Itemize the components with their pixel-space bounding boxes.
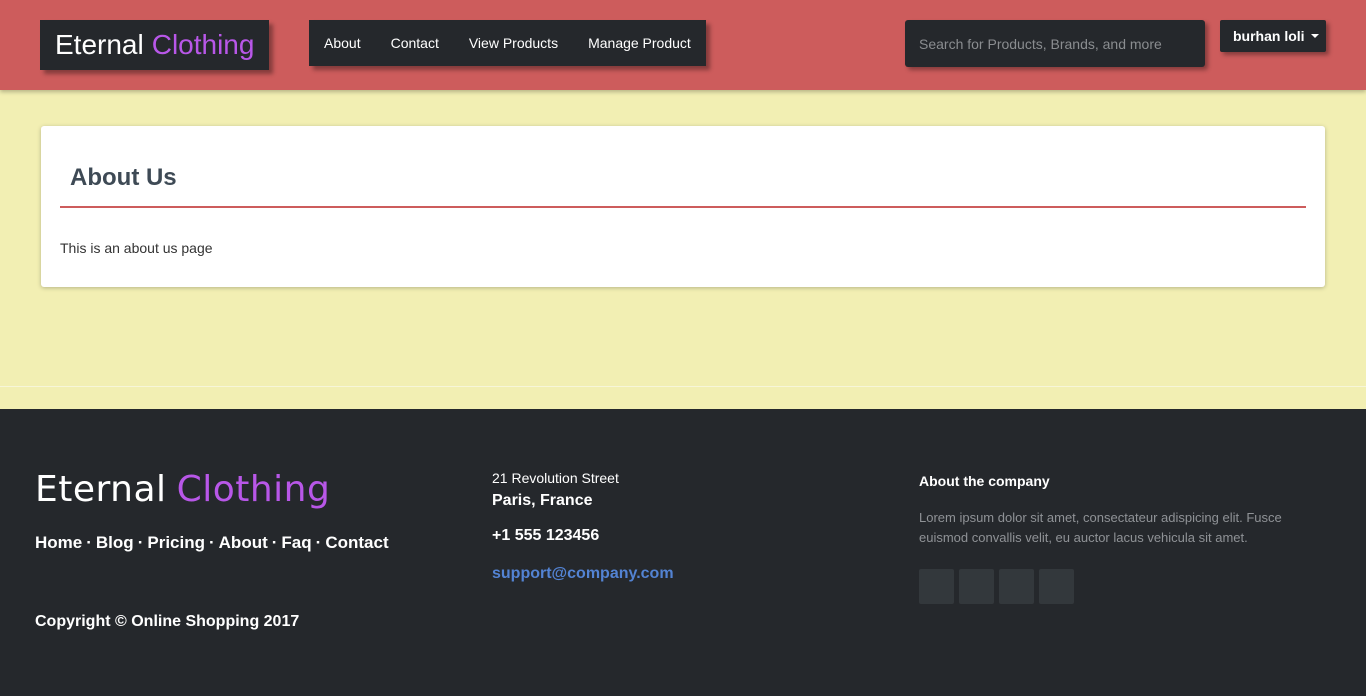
link-separator: · xyxy=(86,533,92,552)
content-divider xyxy=(0,386,1366,387)
page-title: About Us xyxy=(70,164,177,191)
nav-view-products[interactable]: View Products xyxy=(454,20,573,66)
brand-main-text: Eternal xyxy=(55,29,144,60)
phone-number: +1 555 123456 xyxy=(492,527,600,544)
link-separator: · xyxy=(208,533,215,552)
link-separator: · xyxy=(137,533,144,552)
about-company-text: Lorem ipsum dolor sit amet, consectateur… xyxy=(919,510,1282,545)
footer-link-blog[interactable]: Blog xyxy=(96,533,134,552)
footer-logo: Eternal Clothing xyxy=(35,469,330,510)
user-dropdown[interactable]: burhan loli xyxy=(1220,20,1326,52)
about-card: About Us This is an about us page xyxy=(41,126,1325,287)
brand-accent-text: Clothing xyxy=(151,29,255,60)
nav-contact[interactable]: Contact xyxy=(376,20,454,66)
search-input[interactable] xyxy=(905,20,1205,67)
title-divider xyxy=(60,206,1306,208)
address-street: 21 Revolution Street xyxy=(492,470,619,486)
linkedin-icon[interactable] xyxy=(999,569,1034,604)
caret-down-icon xyxy=(1310,34,1319,38)
main-nav: About Contact View Products Manage Produ… xyxy=(309,20,706,66)
about-text: This is an about us page xyxy=(60,240,213,256)
user-name: burhan loli xyxy=(1233,28,1305,44)
brand-logo[interactable]: Eternal Clothing xyxy=(40,20,269,70)
footer-link-about[interactable]: About xyxy=(219,533,268,552)
github-icon[interactable] xyxy=(1039,569,1074,604)
nav-about[interactable]: About xyxy=(309,20,376,66)
about-company-title: About the company xyxy=(919,473,1050,489)
twitter-icon[interactable] xyxy=(959,569,994,604)
footer-link-faq[interactable]: Faq xyxy=(281,533,311,552)
nav-manage-product[interactable]: Manage Product xyxy=(573,20,706,66)
site-footer: Eternal Clothing Home · Blog · Pricing · About ·… xyxy=(0,409,1366,696)
link-separator: · xyxy=(315,533,322,552)
social-links xyxy=(919,569,1074,604)
link-separator: · xyxy=(271,533,278,552)
footer-links: Home · Blog · Pricing · About · Faq · Contact xyxy=(35,533,389,553)
facebook-icon[interactable] xyxy=(919,569,954,604)
footer-link-pricing[interactable]: Pricing xyxy=(147,533,205,552)
footer-link-home[interactable]: Home xyxy=(35,533,82,552)
copyright: Copyright © Online Shopping 2017 xyxy=(35,613,300,630)
support-email-link[interactable]: support@company.com xyxy=(492,565,674,583)
top-navbar: Eternal Clothing About Contact View Prod… xyxy=(0,0,1366,90)
footer-logo-accent: Clothing xyxy=(176,469,331,510)
footer-logo-main: Eternal xyxy=(35,469,167,510)
footer-link-contact[interactable]: Contact xyxy=(325,533,388,552)
address-city: Paris, France xyxy=(492,492,593,509)
